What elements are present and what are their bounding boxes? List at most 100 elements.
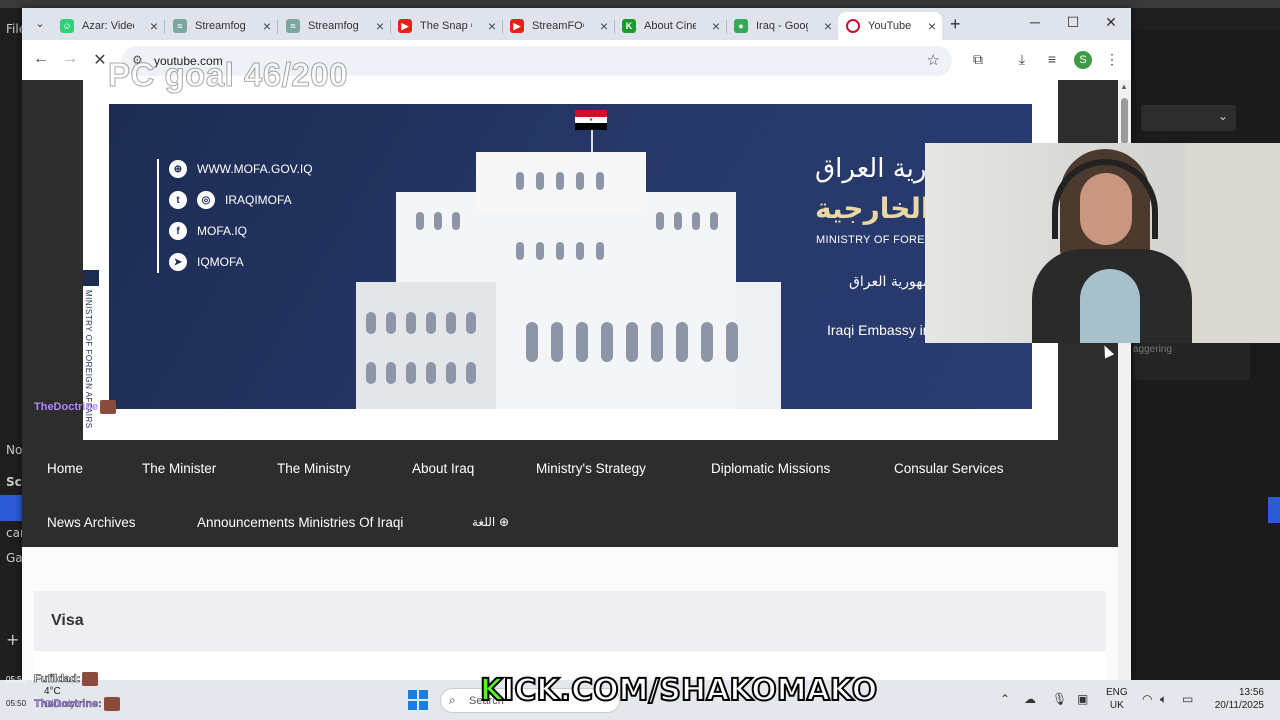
contact-social-text: IRAQIMOFA — [225, 193, 292, 207]
section-title: Visa — [51, 612, 84, 629]
display-icon[interactable]: ▣ — [1077, 692, 1088, 706]
streamfog-icon: ≈ — [173, 19, 187, 33]
telegram-icon: ➤ — [169, 253, 187, 271]
tab-streamfog-yt[interactable]: ▶ StreamFOG × — [502, 12, 614, 40]
tab-streamfog-2[interactable]: ≈ Streamfog × — [278, 12, 390, 40]
close-icon[interactable]: × — [824, 18, 832, 34]
media-control-icon[interactable]: ≡ — [1042, 51, 1062, 67]
language-indicator[interactable]: ENG UK — [1106, 686, 1128, 712]
onedrive-icon[interactable]: ☁ — [1024, 692, 1036, 706]
nav-consular-services[interactable]: Consular Services — [894, 461, 1004, 476]
keyboard-layout: UK — [1109, 700, 1124, 711]
nav-announcements[interactable]: Announcements Ministries Of Iraqi — [197, 515, 403, 530]
close-icon[interactable]: × — [263, 18, 271, 34]
webcam-overlay — [925, 143, 1280, 343]
nav-language-label: اللغة — [472, 515, 496, 529]
maps-pin-icon: ● — [734, 19, 748, 33]
maximize-icon[interactable]: ☐ — [1063, 14, 1083, 31]
contact-social[interactable]: t ◎ IRAQIMOFA — [169, 191, 292, 209]
tab-about-cinema[interactable]: K About Cine × — [614, 12, 726, 40]
scroll-up-icon[interactable]: ▲ — [1120, 82, 1128, 91]
bg-add-icon[interactable]: + — [6, 630, 19, 649]
kick-url: ICK.COM/SHAKOMAKO — [502, 672, 878, 709]
nav-diplomatic-missions[interactable]: Diplomatic Missions — [711, 461, 830, 476]
banner-english-embassy: Iraqi Embassy in — [827, 322, 931, 338]
contact-facebook-text: MOFA.IQ — [197, 224, 248, 238]
youtube-icon: ▶ — [398, 19, 412, 33]
tab-streamfog-1[interactable]: ≈ Streamfog × — [165, 12, 277, 40]
tab-snap-camera[interactable]: ▶ The Snap C × — [390, 12, 502, 40]
bg-dropdown[interactable]: ⌄ — [1141, 105, 1236, 131]
facebook-icon: f — [169, 222, 187, 240]
language-code: ENG — [1106, 687, 1128, 698]
streamfog-icon: ≈ — [286, 19, 300, 33]
clock-date: 20/11/2025 — [1214, 700, 1264, 711]
windows-start-icon[interactable] — [408, 690, 428, 710]
search-icon: ⌕ — [449, 693, 456, 707]
nav-home[interactable]: Home — [47, 461, 83, 476]
nav-language[interactable]: اللغة ⊕ — [472, 515, 509, 529]
tab-title: StreamFOG — [532, 20, 584, 32]
close-icon[interactable]: × — [488, 18, 496, 34]
chat-time-2: 05:50 — [6, 699, 27, 708]
nav-the-ministry[interactable]: The Ministry — [277, 461, 351, 476]
forward-icon[interactable]: → — [59, 50, 81, 68]
banner-side-strip: MINISTRY OF FOREIGN AFFAIRS — [83, 270, 99, 440]
wifi-icon[interactable]: ◠ — [1142, 692, 1152, 706]
tab-title: Iraq - Goog — [756, 20, 808, 32]
youtube-icon: ▶ — [510, 19, 524, 33]
nav-news-archives[interactable]: News Archives — [47, 515, 136, 530]
download-icon[interactable]: ⤓ — [1012, 51, 1032, 68]
nav-ministry-strategy[interactable]: Ministry's Strategy — [536, 461, 646, 476]
contact-facebook[interactable]: f MOFA.IQ — [169, 222, 247, 240]
nav-about-iraq[interactable]: About Iraq — [412, 461, 474, 476]
menu-kebab-icon[interactable]: ⋮ — [1102, 51, 1122, 68]
close-icon[interactable]: × — [376, 18, 384, 34]
twitter-icon: t — [169, 191, 187, 209]
tab-youtube[interactable]: YouTube × — [838, 12, 942, 40]
bookmark-star-icon[interactable]: ☆ — [927, 51, 940, 69]
profile-avatar[interactable]: S — [1074, 51, 1092, 69]
flag-pole — [591, 130, 593, 152]
close-icon[interactable]: × — [600, 18, 608, 34]
tab-title: Streamfog — [195, 20, 246, 32]
globe-icon: ⊕ — [499, 515, 510, 529]
contact-telegram-text: IQMOFA — [197, 255, 244, 269]
battery-icon[interactable]: ▭ — [1182, 692, 1193, 706]
tab-title: The Snap C — [420, 20, 472, 32]
weather-temperature[interactable]: 4°C — [44, 686, 61, 697]
instagram-icon: ◎ — [197, 191, 215, 209]
back-icon[interactable]: ← — [30, 50, 52, 68]
tray-chevron-icon[interactable]: ⌃ — [1000, 692, 1010, 706]
chat-top-line: TheDoctrine — [34, 400, 117, 414]
scrollbar-thumb[interactable] — [1121, 98, 1128, 144]
close-icon[interactable]: × — [150, 18, 158, 34]
clock-time: 13:56 — [1238, 687, 1264, 698]
close-window-icon[interactable]: ✕ — [1101, 14, 1121, 31]
system-clock[interactable]: 13:56 20/11/2025 — [1208, 686, 1264, 712]
site-navigation: Home The Minister The Ministry About Ira… — [22, 440, 1118, 547]
kick-url-overlay: KICK.COM/SHAKOMAKO — [479, 672, 878, 709]
emote-icon — [100, 400, 117, 414]
extensions-icon[interactable]: ⧉ — [968, 51, 988, 68]
tab-search-button[interactable]: ⌄ — [30, 14, 50, 34]
bg-label-no: No — [6, 443, 23, 457]
microphone-icon[interactable]: 🎙︎ — [1052, 692, 1067, 706]
minimize-icon[interactable]: ─ — [1025, 14, 1045, 30]
volume-icon[interactable]: 🔈︎ — [1160, 692, 1167, 707]
tab-iraq-maps[interactable]: ● Iraq - Goog × — [726, 12, 838, 40]
contact-telegram[interactable]: ➤ IQMOFA — [169, 253, 244, 271]
contact-website[interactable]: ⊕ WWW.MOFA.GOV.IQ — [169, 160, 313, 178]
chat-message-2: TheDoctrine: — [34, 697, 102, 710]
nav-the-minister[interactable]: The Minister — [142, 461, 216, 476]
chat-bottom-line-2: TheDoctrine: — [34, 697, 120, 711]
azar-icon: ☺ — [60, 19, 74, 33]
header-banner-container: ⊕ WWW.MOFA.GOV.IQ t ◎ IRAQIMOFA f MOFA.I… — [83, 80, 1058, 440]
new-tab-button[interactable]: + — [950, 14, 961, 35]
chat-message-1: Fufildad: — [34, 672, 81, 686]
close-icon[interactable]: × — [928, 18, 936, 34]
tab-azar[interactable]: ☺ Azar: Video × — [52, 12, 164, 40]
iraq-flag-icon: ★ — [575, 110, 607, 130]
globe-icon: ⊕ — [169, 160, 187, 178]
close-icon[interactable]: × — [712, 18, 720, 34]
